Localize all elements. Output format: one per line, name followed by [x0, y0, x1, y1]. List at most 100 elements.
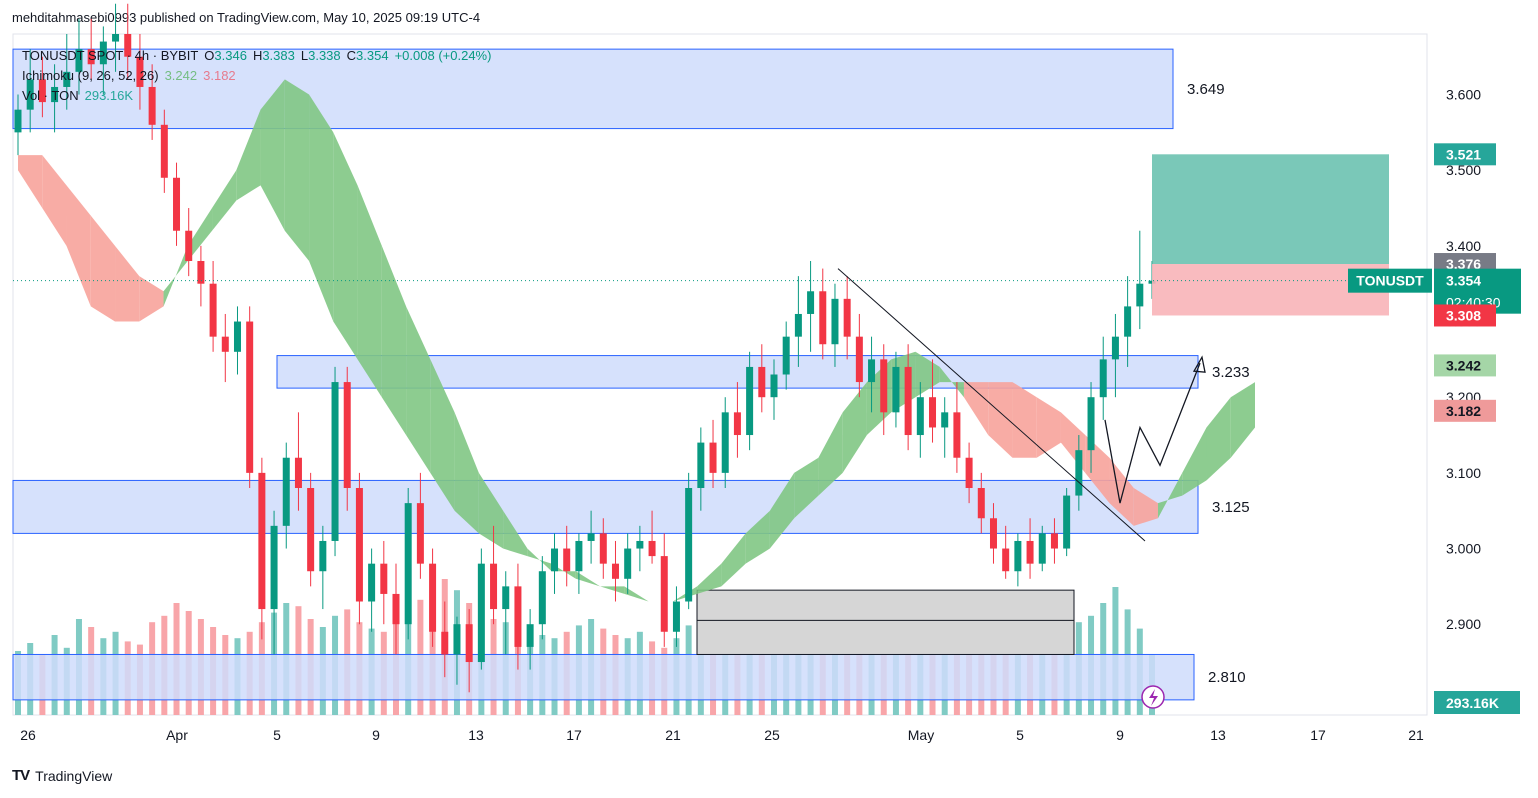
ichimoku-b-value: 3.182 [203, 68, 236, 83]
candle-body [880, 359, 888, 413]
volume-value: 293.16K [84, 88, 134, 103]
price-badge-label: 3.242 [1446, 357, 1481, 373]
candle-body [514, 586, 522, 647]
candle-body [160, 124, 168, 178]
candle-body [575, 540, 583, 572]
y-axis[interactable]: 2.8002.9003.0003.1003.2003.3003.4003.500… [1446, 87, 1481, 708]
candle-body [1087, 397, 1095, 451]
candle-body [1026, 540, 1034, 564]
legend-symbol-row[interactable]: TONUSDT SPOT · 4h · BYBIT O3.346 H3.383 … [22, 46, 491, 66]
volume-label[interactable]: Vol · TON [22, 86, 79, 106]
open-value: 3.346 [214, 48, 247, 63]
candle-body [868, 359, 876, 383]
candle-body [794, 313, 802, 337]
candle-body [929, 397, 937, 428]
brand-label[interactable]: TradingView [35, 768, 112, 784]
candle-body [721, 412, 729, 473]
candle-body [368, 563, 376, 602]
candle-body [587, 533, 595, 541]
candle-body [843, 298, 851, 337]
candle-body [258, 472, 266, 610]
candle-body [709, 442, 717, 473]
candle-body [197, 261, 205, 284]
zone-label: 3.649 [1187, 81, 1225, 98]
candle-body [416, 503, 424, 564]
price-badge-label: 3.521 [1446, 146, 1481, 162]
candle-body [746, 366, 754, 436]
candle-body [770, 374, 778, 398]
candle-body [282, 457, 290, 526]
candle-body [477, 563, 485, 663]
y-tick-label: 3.100 [1446, 465, 1481, 481]
candle-body [441, 631, 449, 655]
ichimoku-label[interactable]: Ichimoku (9, 26, 52, 26) [22, 66, 159, 86]
y-tick-label: 2.900 [1446, 616, 1481, 632]
price-chart[interactable]: 3.6493.2333.1252.810 2.8002.9003.0003.10… [0, 0, 1538, 798]
candle-body [758, 366, 766, 398]
candle-body [1075, 450, 1083, 496]
candle-body [112, 34, 120, 42]
x-tick-label: 25 [764, 727, 780, 743]
x-tick-label: 13 [1210, 727, 1226, 743]
candle-body [831, 298, 839, 345]
candle-body [294, 457, 302, 488]
candle-body [624, 548, 632, 579]
x-axis[interactable]: 26 Apr 5 9 13 17 21 25 May 5 9 13 17 21 [20, 727, 1424, 743]
volume-badge-label: 293.16K [1446, 695, 1499, 711]
candle-body [892, 366, 900, 413]
cloud-segment [284, 79, 310, 262]
legend-ichimoku-row[interactable]: Ichimoku (9, 26, 52, 26) 3.242 3.182 [22, 66, 491, 86]
candle-body [855, 336, 863, 383]
tradingview-logo-icon[interactable]: TV [12, 767, 30, 784]
candle-body [636, 540, 644, 549]
candle-body [1136, 283, 1144, 307]
candle-body [307, 488, 315, 572]
candle-body [599, 533, 607, 564]
x-tick-label: 21 [1408, 727, 1424, 743]
low-value: 3.338 [308, 48, 341, 63]
candle-body [209, 283, 217, 337]
candle-body [355, 488, 363, 602]
symbol-label[interactable]: TONUSDT SPOT · 4h · BYBIT [22, 46, 198, 66]
y-tick-label: 3.000 [1446, 541, 1481, 557]
candle-body [526, 624, 534, 647]
candle-body [233, 321, 241, 352]
close-label: C [346, 48, 357, 63]
candle-body [782, 336, 790, 375]
candle-body [538, 571, 546, 625]
candle-body [429, 563, 437, 632]
y-tick-label: 3.600 [1446, 87, 1481, 103]
candle-body [270, 525, 278, 610]
footer: TV TradingView [12, 767, 112, 784]
change-value: +0.008 (+0.24%) [394, 48, 492, 63]
candle-body [977, 488, 985, 519]
symbol-badge-label: TONUSDT [1356, 273, 1424, 289]
candle-body [453, 624, 461, 655]
take-profit-zone [1152, 154, 1389, 265]
y-tick-label: 3.400 [1446, 238, 1481, 254]
candle-body [989, 518, 997, 549]
zone-label: 3.233 [1212, 364, 1250, 381]
candle-body [965, 457, 973, 488]
candle-body [697, 442, 705, 488]
high-value: 3.383 [262, 48, 295, 63]
candle-body [404, 503, 412, 625]
x-tick-label: 5 [1016, 727, 1024, 743]
zone-box [12, 479, 1199, 534]
close-value: 3.354 [356, 48, 389, 63]
candle-body [173, 177, 181, 231]
candle-body [1014, 540, 1022, 572]
candle-body [916, 397, 924, 436]
candle-body [672, 601, 680, 632]
candle-body [611, 563, 619, 579]
candle-body [685, 488, 693, 602]
candle-body [953, 412, 961, 458]
legend-volume-row[interactable]: Vol · TON 293.16K [22, 86, 491, 106]
zone-label: 3.125 [1212, 499, 1250, 516]
x-tick-label: 9 [1116, 727, 1124, 743]
candle-body [1099, 359, 1107, 398]
consolidation-box [696, 589, 1075, 655]
candle-body [1063, 495, 1071, 549]
candle-body [392, 593, 400, 625]
candle-body [807, 291, 815, 314]
